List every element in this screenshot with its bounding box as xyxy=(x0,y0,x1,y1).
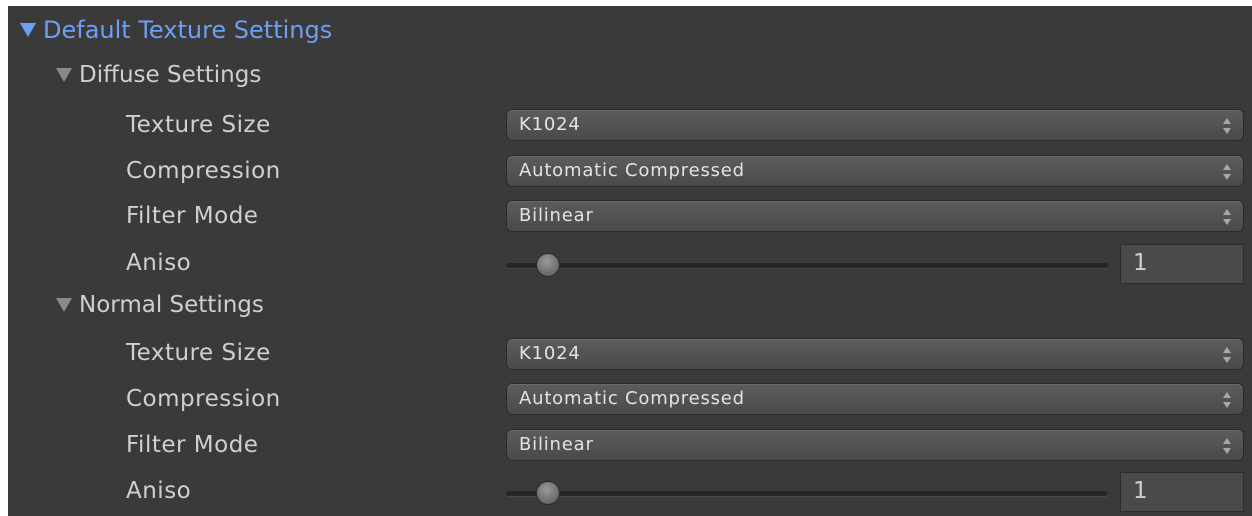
dropdown-value: Automatic Compressed xyxy=(519,388,745,409)
aniso-label: Aniso xyxy=(126,250,192,276)
slider-thumb[interactable] xyxy=(536,253,560,277)
compression-dropdown[interactable]: Automatic Compressed xyxy=(506,383,1244,415)
default-texture-settings-foldout[interactable]: Default Texture Settings xyxy=(20,16,332,44)
triangle-down-icon xyxy=(20,23,36,37)
filter-mode-label: Filter Mode xyxy=(126,203,259,229)
up-down-arrows-icon xyxy=(1223,392,1231,408)
dropdown-value: Bilinear xyxy=(519,434,594,455)
compression-label: Compression xyxy=(126,158,281,184)
texture-size-dropdown[interactable]: K1024 xyxy=(506,338,1244,370)
up-down-arrows-icon xyxy=(1223,347,1231,363)
filter-mode-label: Filter Mode xyxy=(126,432,259,458)
compression-dropdown[interactable]: Automatic Compressed xyxy=(506,155,1244,187)
triangle-down-icon xyxy=(56,298,72,312)
filter-mode-dropdown[interactable]: Bilinear xyxy=(506,429,1244,461)
texture-size-label: Texture Size xyxy=(126,340,271,366)
slider-thumb[interactable] xyxy=(536,481,560,505)
aniso-slider[interactable] xyxy=(506,250,1108,280)
dropdown-value: K1024 xyxy=(519,343,581,364)
up-down-arrows-icon xyxy=(1223,209,1231,225)
aniso-slider[interactable] xyxy=(506,478,1108,508)
texture-settings-panel: Default Texture Settings Diffuse Setting… xyxy=(8,6,1252,516)
triangle-down-icon xyxy=(56,68,72,82)
filter-mode-dropdown[interactable]: Bilinear xyxy=(506,200,1244,232)
dropdown-value: Automatic Compressed xyxy=(519,160,745,181)
aniso-value-field[interactable]: 1 xyxy=(1120,244,1244,284)
normal-settings-foldout[interactable]: Normal Settings xyxy=(56,292,264,318)
dropdown-value: Bilinear xyxy=(519,205,594,226)
up-down-arrows-icon xyxy=(1223,118,1231,134)
section-title: Normal Settings xyxy=(79,292,264,318)
texture-size-label: Texture Size xyxy=(126,112,271,138)
aniso-label: Aniso xyxy=(126,478,192,504)
slider-track[interactable] xyxy=(506,491,1108,496)
section-title: Diffuse Settings xyxy=(79,62,262,88)
texture-size-dropdown[interactable]: K1024 xyxy=(506,109,1244,141)
aniso-value: 1 xyxy=(1133,250,1148,276)
aniso-value: 1 xyxy=(1133,478,1148,504)
header-title: Default Texture Settings xyxy=(43,16,333,44)
up-down-arrows-icon xyxy=(1223,164,1231,180)
aniso-value-field[interactable]: 1 xyxy=(1120,472,1244,512)
diffuse-settings-foldout[interactable]: Diffuse Settings xyxy=(56,62,261,88)
up-down-arrows-icon xyxy=(1223,438,1231,454)
compression-label: Compression xyxy=(126,386,281,412)
dropdown-value: K1024 xyxy=(519,114,581,135)
slider-track[interactable] xyxy=(506,263,1108,268)
